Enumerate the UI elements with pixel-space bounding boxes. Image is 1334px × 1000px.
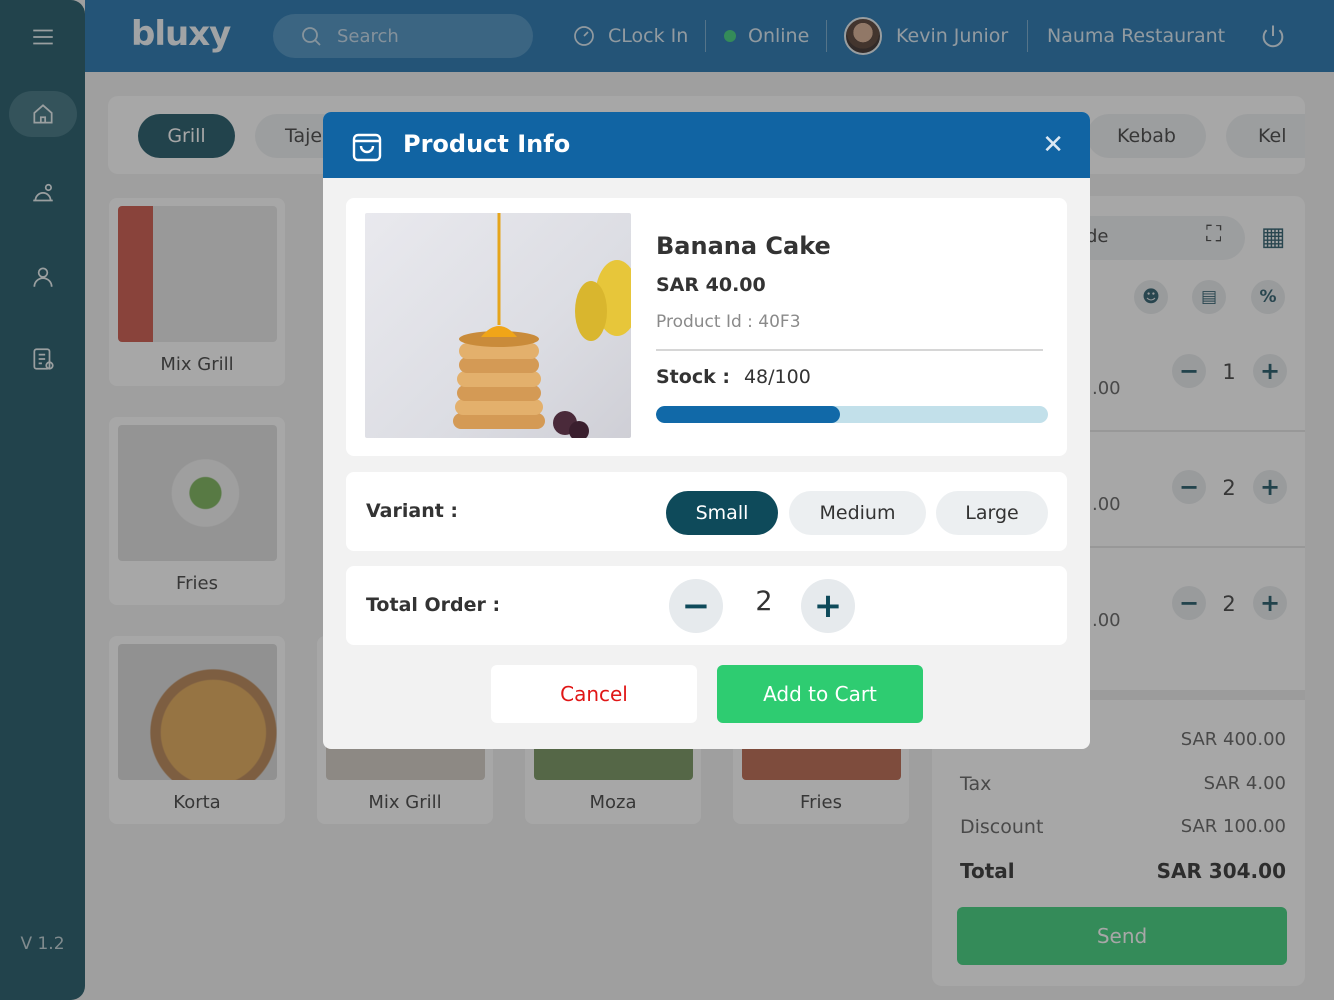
decrease-order-button[interactable]: − xyxy=(669,579,723,633)
stock-info: Stock : 48/100 xyxy=(656,366,811,388)
stock-progress-bar xyxy=(656,406,1048,423)
divider xyxy=(656,349,1043,351)
variant-large-button[interactable]: Large xyxy=(936,491,1048,535)
product-info-modal: Product Info ✕ Banana Cake SAR 40.00 Pro… xyxy=(323,112,1090,749)
product-price: SAR 40.00 xyxy=(656,274,766,296)
shopping-bag-icon xyxy=(352,133,382,162)
total-order-label: Total Order : xyxy=(366,594,501,616)
product-details-panel: Banana Cake SAR 40.00 Product Id : 40F3 … xyxy=(346,198,1067,456)
add-to-cart-button[interactable]: Add to Cart xyxy=(717,665,923,723)
variant-small-button[interactable]: Small xyxy=(666,491,778,535)
variant-label: Variant : xyxy=(366,500,459,522)
variant-panel: Variant : Small Medium Large xyxy=(346,472,1067,551)
stock-label: Stock : xyxy=(656,366,730,388)
stock-progress-fill xyxy=(656,406,841,423)
modal-header: Product Info ✕ xyxy=(323,112,1090,178)
pancake-stack-image xyxy=(453,213,631,438)
product-id: Product Id : 40F3 xyxy=(656,312,801,332)
total-order-panel: Total Order : − 2 + xyxy=(346,566,1067,645)
variant-medium-button[interactable]: Medium xyxy=(789,491,926,535)
increase-order-button[interactable]: + xyxy=(801,579,855,633)
stock-value: 48/100 xyxy=(743,366,811,388)
total-order-value: 2 xyxy=(755,586,773,617)
modal-title: Product Info xyxy=(403,130,571,158)
product-name: Banana Cake xyxy=(656,232,831,260)
product-image xyxy=(365,213,631,438)
close-button[interactable]: ✕ xyxy=(1042,132,1064,158)
cancel-button[interactable]: Cancel xyxy=(491,665,697,723)
